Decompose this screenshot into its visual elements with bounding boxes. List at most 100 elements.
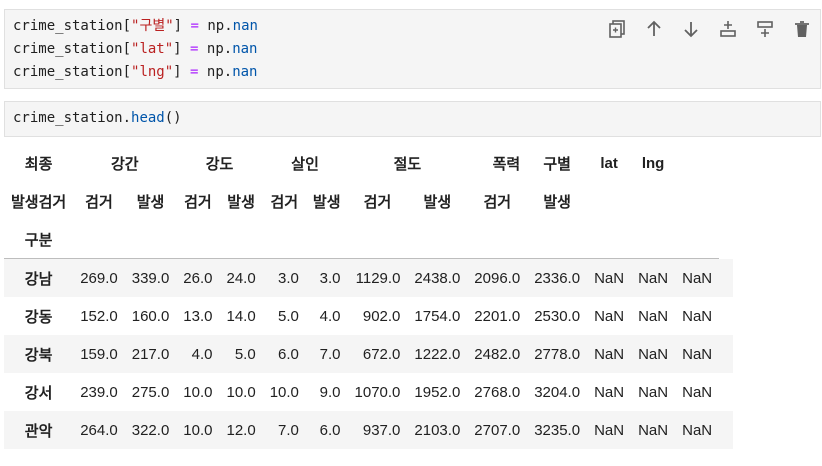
table-cell: NaN (638, 421, 669, 439)
table-cell: 269.0 (80, 269, 118, 287)
code-cell-1[interactable]: crime_station["구별"] = np.nan crime_statio… (4, 9, 821, 89)
header-row-3: 구분 (4, 220, 733, 259)
table-cell: 1222.0 (414, 345, 461, 363)
table-cell: 2778.0 (534, 345, 581, 363)
table-cell: NaN (682, 383, 713, 401)
table-cell: 160.0 (131, 307, 170, 325)
table-cell: NaN (638, 345, 669, 363)
table-cell: NaN (594, 269, 625, 287)
table-cell: 2336.0 (534, 269, 581, 287)
cell-toolbar (598, 16, 820, 42)
table-cell: 322.0 (131, 421, 170, 439)
row-index: 강서 (24, 384, 53, 402)
table-cell: 24.0 (226, 269, 256, 287)
header-row-2: 발생검거 검거 발생 검거 발생 검거 발생 검거 발생 검거 발생 (4, 182, 733, 220)
move-down-button[interactable] (672, 16, 709, 42)
table-cell: 5.0 (234, 345, 256, 363)
table-cell: 1754.0 (414, 307, 461, 325)
insert-cell-above-button[interactable] (709, 16, 746, 42)
code-cell-2[interactable]: crime_station.head() (4, 101, 821, 137)
column-header: 구별 (543, 155, 571, 173)
table-row: 강남 269.0 339.0 26.0 24.0 3.0 3.0 1129.0 … (4, 258, 734, 297)
table-cell: 12.0 (226, 421, 256, 439)
column-subheader: 검거 (363, 193, 392, 211)
column-subheader: 발생 (136, 193, 165, 211)
table-row: 관악 264.0 322.0 10.0 12.0 7.0 6.0 937.0 2… (4, 411, 734, 449)
dataframe-output: 최종 강간 강도 살인 절도 폭력 구별 lat lng 발생검거 검거 발생 … (4, 144, 734, 449)
table-cell: 6.0 (319, 421, 341, 439)
table-cell: 9.0 (319, 383, 341, 401)
table-cell: 1129.0 (355, 269, 401, 287)
row-index: 강남 (24, 270, 53, 288)
column-subheader: 발생 (543, 193, 571, 211)
table-cell: 1070.0 (354, 383, 401, 401)
table-cell: NaN (638, 383, 669, 401)
column-subheader: 검거 (184, 193, 212, 211)
table-cell: NaN (594, 383, 625, 401)
column-header-group: 강간 (110, 155, 139, 173)
table-cell: NaN (594, 307, 625, 325)
table-cell: NaN (594, 345, 625, 363)
table-cell: 10.0 (269, 383, 299, 401)
table-cell: 2438.0 (414, 269, 461, 287)
table-cell: NaN (682, 345, 713, 363)
arrow-down-icon (683, 22, 698, 38)
table-cell: 3235.0 (534, 421, 581, 439)
index-name: 구분 (4, 220, 74, 259)
row-index: 강북 (24, 346, 53, 364)
arrow-up-icon (646, 20, 661, 36)
table-cell: 7.0 (319, 345, 341, 363)
table-cell: 152.0 (80, 307, 118, 325)
table-cell: 2530.0 (534, 307, 581, 325)
table-cell: 2096.0 (474, 269, 521, 287)
table-cell: 937.0 (362, 421, 401, 439)
row-index: 관악 (24, 422, 53, 440)
table-cell: 7.0 (278, 421, 299, 439)
table-cell: 26.0 (183, 269, 213, 287)
table-cell: NaN (682, 421, 713, 439)
table-cell: 902.0 (362, 307, 401, 325)
column-header-level-1: 발생검거 (11, 193, 67, 211)
move-up-button[interactable] (635, 16, 672, 42)
column-subheader (587, 182, 631, 220)
table-cell: 159.0 (80, 345, 118, 363)
header-row-1: 최종 강간 강도 살인 절도 폭력 구별 lat lng (4, 144, 733, 182)
column-subheader: 발생 (312, 193, 341, 211)
table-cell: 3.0 (319, 269, 341, 287)
table-cell: NaN (682, 269, 713, 287)
column-subheader: 검거 (270, 193, 299, 211)
table-cell: 2201.0 (474, 307, 521, 325)
table-cell: 6.0 (278, 345, 299, 363)
code-editor-2[interactable]: crime_station.head() (5, 102, 820, 130)
table-cell: 14.0 (226, 307, 256, 325)
table-body: 강남 269.0 339.0 26.0 24.0 3.0 3.0 1129.0 … (4, 258, 734, 449)
column-subheader (675, 182, 719, 220)
insert-above-icon (719, 21, 736, 37)
table-cell: 2482.0 (474, 345, 521, 363)
table-cell: NaN (682, 307, 713, 325)
table-cell: 239.0 (80, 383, 118, 401)
column-subheader (631, 182, 675, 220)
copy-button[interactable] (598, 16, 635, 42)
column-header: lat (600, 154, 618, 172)
column-header-group: 강도 (205, 155, 234, 173)
table-cell: 13.0 (183, 307, 213, 325)
table-row: 강동 152.0 160.0 13.0 14.0 5.0 4.0 902.0 1… (4, 297, 733, 335)
insert-below-icon (756, 21, 773, 37)
table-cell: 10.0 (226, 383, 256, 401)
table-cell: 2103.0 (414, 421, 461, 439)
insert-cell-below-button[interactable] (746, 16, 783, 42)
column-header-group: 절도 (393, 155, 422, 173)
table-cell: 217.0 (131, 345, 170, 363)
table-cell: 275.0 (131, 383, 170, 401)
table-cell: 2707.0 (474, 421, 521, 439)
table-cell: NaN (638, 307, 669, 325)
column-subheader: 발생 (423, 193, 452, 211)
table-cell: 339.0 (131, 269, 170, 287)
table-cell: NaN (594, 421, 625, 439)
table-cell: NaN (638, 269, 669, 287)
copy-icon (608, 20, 625, 38)
delete-cell-button[interactable] (783, 16, 820, 42)
table-cell: 2768.0 (474, 383, 521, 401)
table-row: 강북 159.0 217.0 4.0 5.0 6.0 7.0 672.0 122… (4, 335, 734, 373)
